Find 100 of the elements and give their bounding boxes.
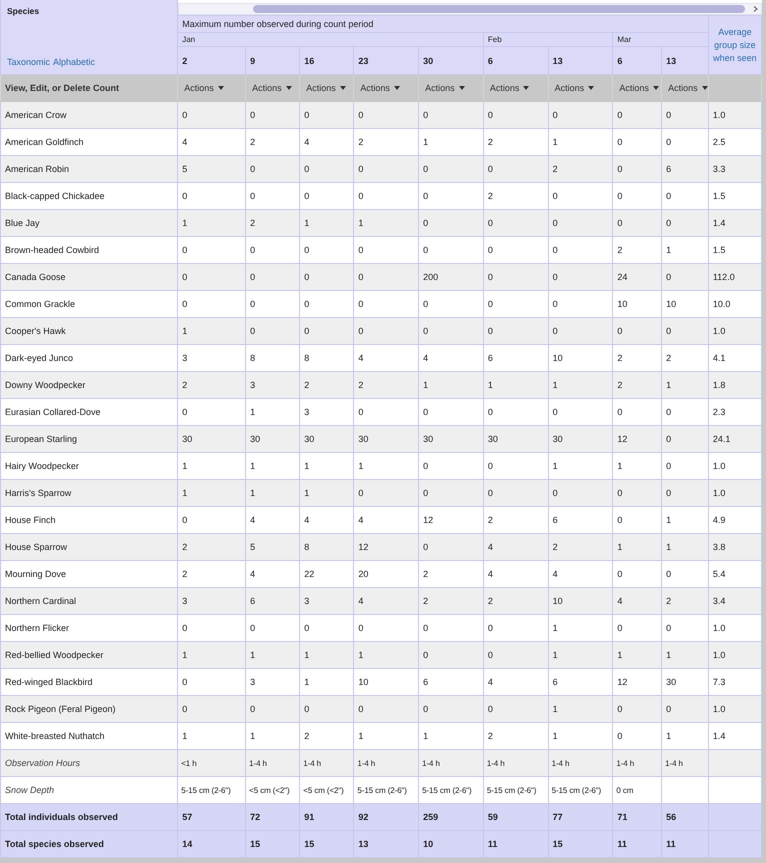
table-cell: 0: [612, 506, 662, 534]
table-cell: 30: [548, 426, 613, 452]
sort-link[interactable]: Taxonomic: [7, 57, 50, 67]
table-cell: 5: [246, 534, 300, 560]
table-cell: 4.1: [708, 344, 762, 372]
table-cell: 259: [418, 804, 484, 830]
table-cell: 1: [354, 722, 419, 750]
date-header: 2: [178, 46, 246, 74]
table-cell: 0: [662, 210, 708, 236]
date-header: 30: [418, 46, 484, 74]
table-cell: 0: [178, 696, 246, 722]
table-cell: 4: [354, 506, 419, 534]
table-cell: 0: [418, 480, 484, 506]
table-cell: 1: [612, 534, 662, 560]
table-cell: 0: [178, 506, 246, 534]
table-cell: 15: [300, 830, 354, 858]
table-cell: 1: [178, 722, 246, 750]
table-cell: 6: [548, 668, 613, 696]
table-cell: 4.9: [708, 506, 762, 534]
table-cell: 2: [612, 372, 662, 398]
date-header: 6: [612, 46, 662, 74]
table-cell: 3.3: [708, 156, 762, 182]
table-cell: 0: [354, 318, 419, 344]
table-cell: 0: [178, 290, 246, 318]
table-cell: 0: [612, 560, 662, 588]
caret-icon: [652, 86, 659, 90]
horizontal-scrollbar[interactable]: [178, 3, 762, 15]
month-header: Mar: [612, 32, 708, 46]
table-cell: 1: [178, 318, 246, 344]
table-cell: 0 cm: [612, 776, 662, 804]
table-cell: 2: [354, 128, 419, 156]
species-name: Cooper's Hawk: [0, 318, 178, 344]
table-cell: 14: [178, 830, 246, 858]
table-cell: 10.0: [708, 290, 762, 318]
table-cell: 10: [548, 588, 613, 614]
table-cell: 0: [662, 318, 708, 344]
table-cell: 0: [246, 290, 300, 318]
table-cell: 2: [548, 534, 613, 560]
table-cell: 3: [300, 398, 354, 426]
table-cell: 0: [612, 102, 662, 128]
table-cell: 1: [483, 372, 548, 398]
row-label: Total individuals observed: [0, 804, 178, 830]
table-cell: 4: [483, 560, 548, 588]
species-name: Common Grackle: [0, 290, 178, 318]
table-cell: 1: [300, 452, 354, 480]
table-cell: 0: [354, 398, 419, 426]
table-cell: 10: [354, 668, 419, 696]
caret-icon: [394, 86, 400, 90]
table-cell: 0: [483, 642, 548, 668]
table-cell: 5-15 cm (2-6"): [548, 776, 613, 804]
table-cell: 12: [612, 426, 662, 452]
table-cell: 4: [483, 534, 548, 560]
table-cell: 0: [354, 264, 419, 290]
table-cell: 1: [300, 642, 354, 668]
table-cell: 30: [354, 426, 419, 452]
table-cell: 11: [662, 830, 708, 858]
sort-link[interactable]: Alphabetic: [53, 57, 96, 67]
table-cell: 1-4 h: [612, 750, 662, 776]
species-name: Eurasian Collared-Dove: [0, 398, 178, 426]
table-cell: 1: [418, 372, 484, 398]
table-cell: 0: [418, 534, 484, 560]
table-cell: 10: [548, 344, 613, 372]
table-cell: 0: [246, 318, 300, 344]
table-cell: 1: [548, 372, 613, 398]
table-cell: 0: [662, 696, 708, 722]
table-cell: 0: [548, 264, 613, 290]
table-cell: 2: [178, 534, 246, 560]
table-cell: 0: [662, 182, 708, 210]
table-cell: 1-4 h: [483, 750, 548, 776]
table-cell: 2: [548, 156, 613, 182]
table-cell: 1-4 h: [300, 750, 354, 776]
table-cell: 6: [548, 506, 613, 534]
scrollbar-thumb[interactable]: [253, 5, 744, 13]
table-cell: 4: [246, 560, 300, 588]
table-cell: 1.0: [708, 696, 762, 722]
table-cell: 1.0: [708, 480, 762, 506]
table-cell: 30: [483, 426, 548, 452]
table-cell: 77: [548, 804, 613, 830]
table-cell: 0: [662, 398, 708, 426]
table-cell: 1: [246, 452, 300, 480]
date-header: 16: [300, 46, 354, 74]
table-cell: 0: [483, 614, 548, 642]
table-cell: 3.4: [708, 588, 762, 614]
species-name: Harris's Sparrow: [0, 480, 178, 506]
scroll-right-icon[interactable]: [752, 6, 758, 12]
table-cell: 1: [612, 642, 662, 668]
table-cell: 1: [300, 668, 354, 696]
table-cell: 59: [483, 804, 548, 830]
table-cell: 1: [418, 722, 484, 750]
species-name: Canada Goose: [0, 264, 178, 290]
table-cell: 0: [612, 696, 662, 722]
table-cell: 2: [662, 588, 708, 614]
table-cell: 1: [548, 642, 613, 668]
row-label: Observation Hours: [0, 750, 178, 776]
month-header: Jan: [178, 32, 484, 46]
table-cell: 5-15 cm (2-6"): [483, 776, 548, 804]
table-cell: 1: [548, 614, 613, 642]
table-cell: 2: [246, 210, 300, 236]
species-name: Downy Woodpecker: [0, 372, 178, 398]
table-cell: 1: [178, 210, 246, 236]
